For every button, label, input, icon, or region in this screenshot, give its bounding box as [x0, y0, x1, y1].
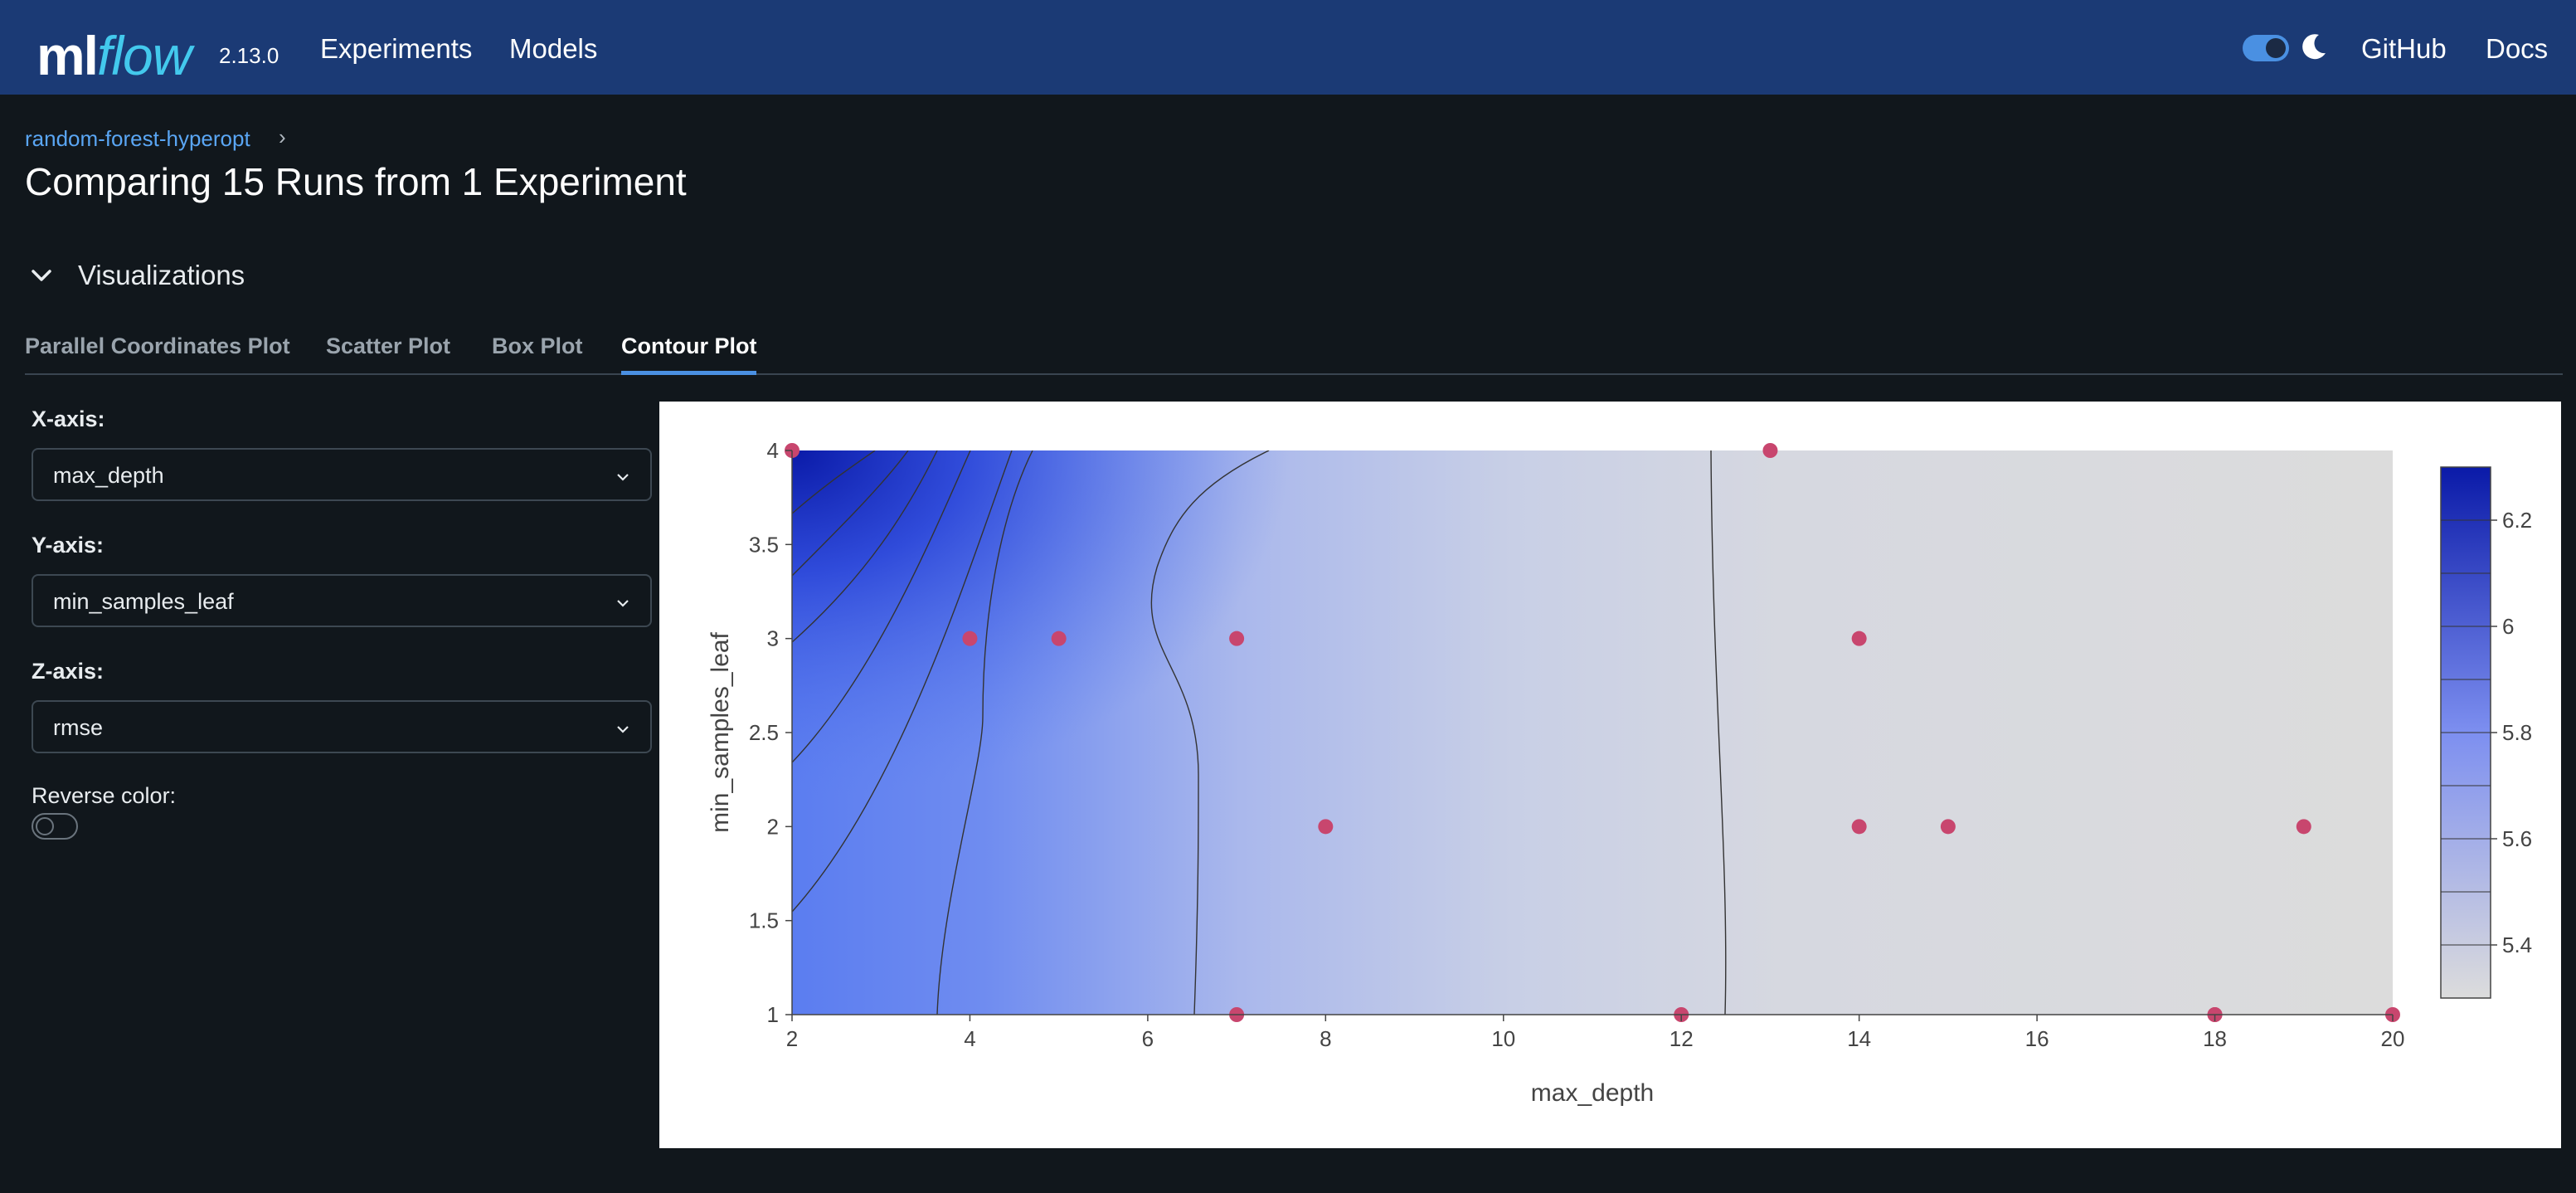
chevron-down-icon — [617, 600, 629, 607]
scatter-point[interactable] — [1940, 819, 1956, 835]
x-axis-title: max_depth — [1531, 1079, 1654, 1107]
scatter-point[interactable] — [962, 631, 978, 646]
plot-tabs: Parallel Coordinates Plot Scatter Plot B… — [25, 334, 2563, 375]
reverse-color-label: Reverse color: — [32, 783, 177, 808]
top-navbar: ml flow 2.13.0 Experiments Models GitHub… — [0, 0, 2576, 95]
tab-parallel-coordinates[interactable]: Parallel Coordinates Plot — [25, 334, 290, 371]
logo-flow-text: flow — [97, 25, 192, 86]
moon-icon — [2302, 34, 2326, 60]
x-axis-select[interactable]: max_depth — [32, 448, 652, 501]
version-label: 2.13.0 — [219, 43, 279, 68]
contour-high-region — [792, 450, 1290, 799]
scatter-point[interactable] — [1762, 443, 1778, 458]
y-axis-value: min_samples_leaf — [53, 589, 234, 614]
y-axis-select[interactable]: min_samples_leaf — [32, 574, 652, 627]
x-axis-value: max_depth — [53, 463, 164, 488]
z-axis-select[interactable]: rmse — [32, 700, 652, 753]
breadcrumb-separator: › — [279, 124, 286, 149]
page-title: Comparing 15 Runs from 1 Experiment — [25, 160, 687, 203]
x-tick-label: 18 — [2203, 1026, 2227, 1051]
y-tick-label: 2.5 — [749, 720, 779, 745]
z-axis-label: Z-axis: — [32, 659, 104, 684]
y-tick-label: 2 — [767, 814, 779, 839]
x-axis-label: X-axis: — [32, 407, 105, 431]
z-axis-value: rmse — [53, 715, 103, 740]
y-tick-label: 3.5 — [749, 532, 779, 557]
nav-docs[interactable]: Docs — [2486, 33, 2548, 65]
x-tick-label: 6 — [1142, 1026, 1154, 1051]
chevron-down-icon[interactable] — [25, 259, 58, 292]
x-tick-label: 16 — [2025, 1026, 2049, 1051]
scatter-point[interactable] — [1851, 819, 1867, 835]
x-tick-label: 10 — [1491, 1026, 1515, 1051]
colorbar-tick-label: 5.8 — [2502, 720, 2532, 745]
y-tick-label: 4 — [767, 438, 779, 463]
reverse-color-switch[interactable] — [32, 813, 78, 840]
colorbar-tick-label: 5.6 — [2502, 826, 2532, 851]
scatter-point[interactable] — [1051, 631, 1067, 646]
colorbar-tick-label: 5.4 — [2502, 932, 2532, 957]
colorbar: 5.4 5.6 5.8 6 6.2 — [2440, 466, 2532, 999]
visualizations-section-header[interactable]: Visualizations — [25, 259, 245, 292]
scatter-point[interactable] — [1229, 631, 1245, 646]
colorbar-tick-label: 6 — [2502, 614, 2514, 639]
scatter-point[interactable] — [2296, 819, 2311, 835]
contour-plot-panel: 2 4 6 8 10 12 14 16 18 20 1 1.5 2 2.5 3 3.5 4 max_depth… — [659, 402, 2561, 1148]
contour-plot[interactable]: 2 4 6 8 10 12 14 16 18 20 1 1.5 2 2.5 3 3.5 4 max_depth… — [659, 402, 2561, 1148]
x-tick-label: 4 — [964, 1026, 975, 1051]
tab-box-plot[interactable]: Box Plot — [492, 334, 583, 371]
y-tick-label: 1 — [767, 1002, 779, 1027]
scatter-point[interactable] — [1318, 819, 1334, 835]
logo-ml-text: ml — [36, 25, 99, 86]
theme-toggle[interactable] — [2243, 35, 2289, 61]
nav-experiments[interactable]: Experiments — [320, 33, 472, 65]
switch-knob — [36, 817, 54, 835]
nav-github[interactable]: GitHub — [2361, 33, 2447, 65]
x-tick-label: 2 — [786, 1026, 798, 1051]
x-tick-label: 14 — [1847, 1026, 1871, 1051]
tab-contour-plot[interactable]: Contour Plot — [621, 334, 757, 375]
tab-scatter-plot[interactable]: Scatter Plot — [326, 334, 450, 371]
x-tick-label: 8 — [1320, 1026, 1331, 1051]
y-axis-title: min_samples_leaf — [707, 631, 734, 832]
x-tick-label: 20 — [2381, 1026, 2405, 1051]
y-axis-label: Y-axis: — [32, 533, 104, 558]
y-tick-label: 1.5 — [749, 908, 779, 933]
colorbar-tick-label: 6.2 — [2502, 508, 2532, 533]
breadcrumb-experiment[interactable]: random-forest-hyperopt — [25, 126, 250, 152]
chevron-down-icon — [617, 474, 629, 481]
nav-models[interactable]: Models — [509, 33, 597, 65]
section-title: Visualizations — [78, 260, 245, 290]
mlflow-logo[interactable]: ml flow — [36, 8, 192, 86]
x-tick-label: 12 — [1670, 1026, 1694, 1051]
scatter-point[interactable] — [1851, 631, 1867, 646]
chevron-down-icon — [617, 726, 629, 733]
toggle-knob — [2266, 38, 2286, 58]
y-tick-label: 3 — [767, 626, 779, 651]
